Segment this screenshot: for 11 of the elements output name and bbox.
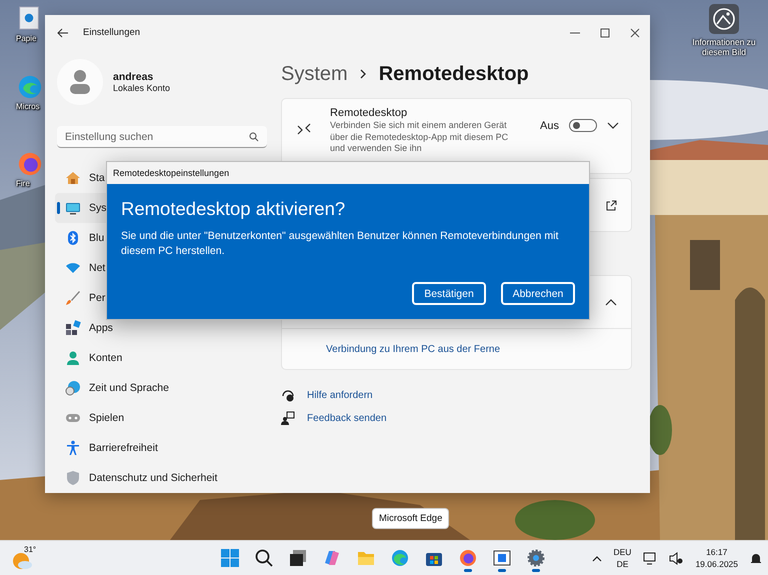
- dialog-title: Remotedesktopeinstellungen: [113, 168, 230, 178]
- toggle-state-label: Aus: [540, 120, 559, 132]
- tooltip: Microsoft Edge: [372, 508, 450, 529]
- dialog-heading: Remotedesktop aktivieren?: [121, 198, 346, 220]
- dialog-message: Sie und die unter "Benutzerkonten" ausgewählten Benutzer können Remoteverbindungen mit diesem PC herstellen.: [121, 229, 560, 259]
- account-type: Lokales Konto: [113, 83, 170, 93]
- setting-description: Verbinden Sie sich mit einem anderen Gerät über die Remotedesktop-App mit diesem PC und verwenden Sie ihn: [330, 120, 510, 154]
- user-name: andreas: [113, 71, 154, 83]
- setting-title: Remotedesktop: [330, 107, 408, 119]
- page-title: Remotedesktop: [378, 62, 529, 86]
- window-title: Einstellungen: [83, 27, 142, 38]
